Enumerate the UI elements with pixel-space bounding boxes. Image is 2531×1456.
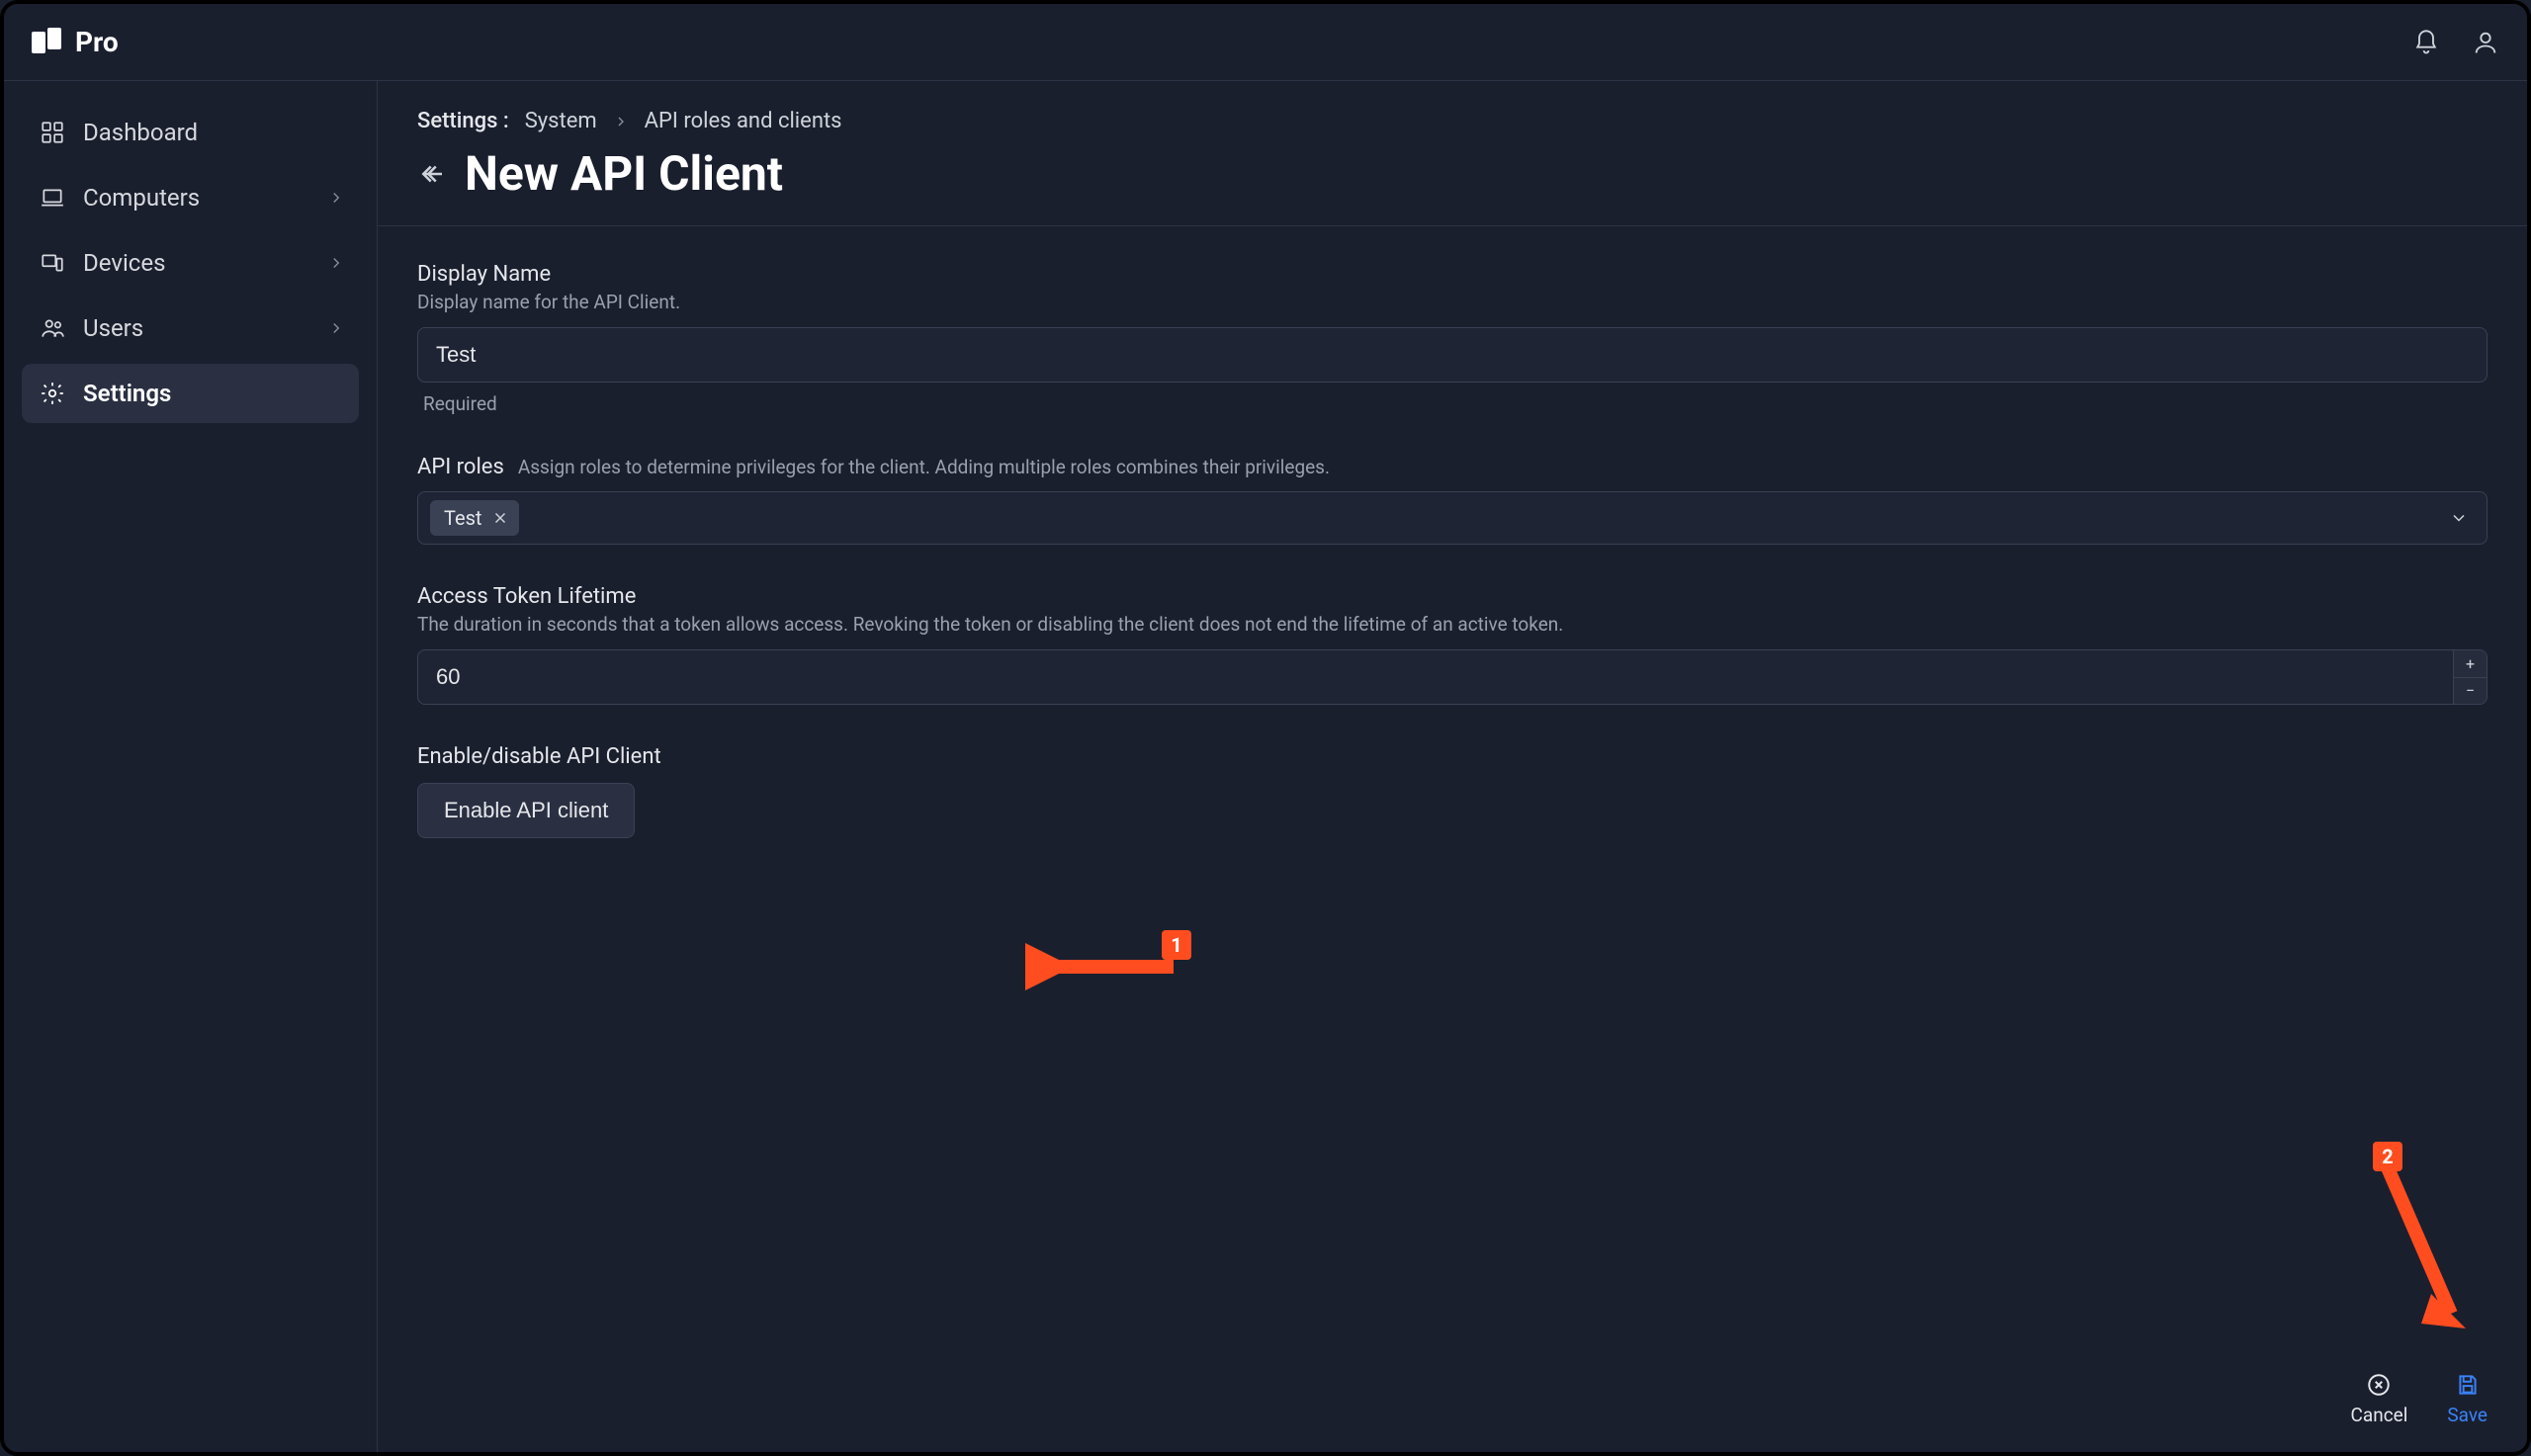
form-area: Display Name Display name for the API Cl…	[378, 226, 2527, 1452]
bell-icon[interactable]	[2412, 29, 2440, 56]
users-icon	[40, 315, 65, 341]
enable-client-label: Enable/disable API Client	[417, 744, 2487, 769]
api-roles-label: API roles	[417, 455, 504, 479]
devices-icon	[40, 250, 65, 276]
token-lifetime-field: + −	[417, 649, 2487, 705]
user-icon[interactable]	[2472, 29, 2499, 56]
stepper-down[interactable]: −	[2454, 678, 2487, 705]
sidebar-item-devices[interactable]: Devices	[22, 233, 359, 293]
display-name-label: Display Name	[417, 262, 2487, 287]
chevron-right-icon	[327, 319, 345, 337]
main-header: Settings : System API roles and clients …	[378, 81, 2527, 226]
token-lifetime-input[interactable]	[418, 650, 2453, 704]
brand-block[interactable]: Pro	[32, 26, 119, 58]
back-arrow-icon[interactable]	[417, 159, 447, 189]
cancel-button[interactable]: Cancel	[2351, 1372, 2408, 1426]
brand-logo-icon	[32, 28, 61, 57]
sidebar-item-computers[interactable]: Computers	[22, 168, 359, 227]
breadcrumb-prefix: Settings :	[417, 109, 509, 133]
api-roles-sub: Assign roles to determine privileges for…	[518, 456, 1330, 478]
brand-name: Pro	[75, 26, 119, 58]
topbar: Pro	[4, 4, 2527, 81]
token-lifetime-sub: The duration in seconds that a token all…	[417, 613, 2487, 636]
sidebar-item-label: Users	[83, 314, 143, 342]
chevron-down-icon[interactable]	[2449, 508, 2469, 528]
footer-actions: Cancel Save	[2351, 1372, 2487, 1426]
token-lifetime-label: Access Token Lifetime	[417, 584, 2487, 609]
sidebar-item-label: Devices	[83, 249, 165, 277]
annotation-arrow-2: 2	[2337, 1146, 2476, 1363]
laptop-icon	[40, 185, 65, 211]
annotation-arrow-1: 1	[1025, 932, 1203, 1001]
page-title: New API Client	[465, 145, 783, 202]
gear-icon	[40, 381, 65, 406]
stepper-up[interactable]: +	[2454, 650, 2487, 678]
save-button[interactable]: Save	[2447, 1372, 2487, 1426]
close-icon[interactable]	[491, 509, 509, 527]
main-content: Settings : System API roles and clients …	[378, 81, 2527, 1452]
display-name-sub: Display name for the API Client.	[417, 291, 2487, 313]
cancel-icon	[2366, 1372, 2392, 1398]
api-roles-group: API roles Assign roles to determine priv…	[417, 455, 2487, 545]
display-name-group: Display Name Display name for the API Cl…	[417, 262, 2487, 415]
sidebar-item-label: Computers	[83, 184, 200, 212]
token-lifetime-group: Access Token Lifetime The duration in se…	[417, 584, 2487, 705]
enable-client-group: Enable/disable API Client Enable API cli…	[417, 744, 2487, 838]
save-icon	[2455, 1372, 2481, 1398]
sidebar: Dashboard Computers Devices Users Settin…	[4, 81, 378, 1452]
chevron-right-icon	[327, 254, 345, 272]
chevron-right-icon	[613, 114, 629, 129]
enable-api-client-button[interactable]: Enable API client	[417, 783, 635, 838]
display-name-input[interactable]	[417, 327, 2487, 383]
sidebar-item-dashboard[interactable]: Dashboard	[22, 103, 359, 162]
annotation-badge-2: 2	[2373, 1142, 2402, 1171]
breadcrumb-system[interactable]: System	[525, 109, 597, 133]
cancel-label: Cancel	[2351, 1404, 2408, 1426]
save-label: Save	[2447, 1404, 2487, 1426]
display-name-helper: Required	[417, 392, 2487, 415]
breadcrumbs: Settings : System API roles and clients	[417, 109, 2487, 133]
dashboard-icon	[40, 120, 65, 145]
sidebar-item-users[interactable]: Users	[22, 299, 359, 358]
chevron-right-icon	[327, 189, 345, 207]
api-roles-combobox[interactable]: Test	[417, 491, 2487, 545]
annotation-badge-1: 1	[1162, 930, 1191, 960]
breadcrumb-api-roles[interactable]: API roles and clients	[645, 109, 842, 133]
sidebar-item-settings[interactable]: Settings	[22, 364, 359, 423]
role-chip: Test	[430, 500, 519, 536]
sidebar-item-label: Settings	[83, 380, 171, 407]
role-chip-label: Test	[444, 506, 481, 530]
sidebar-item-label: Dashboard	[83, 119, 198, 146]
